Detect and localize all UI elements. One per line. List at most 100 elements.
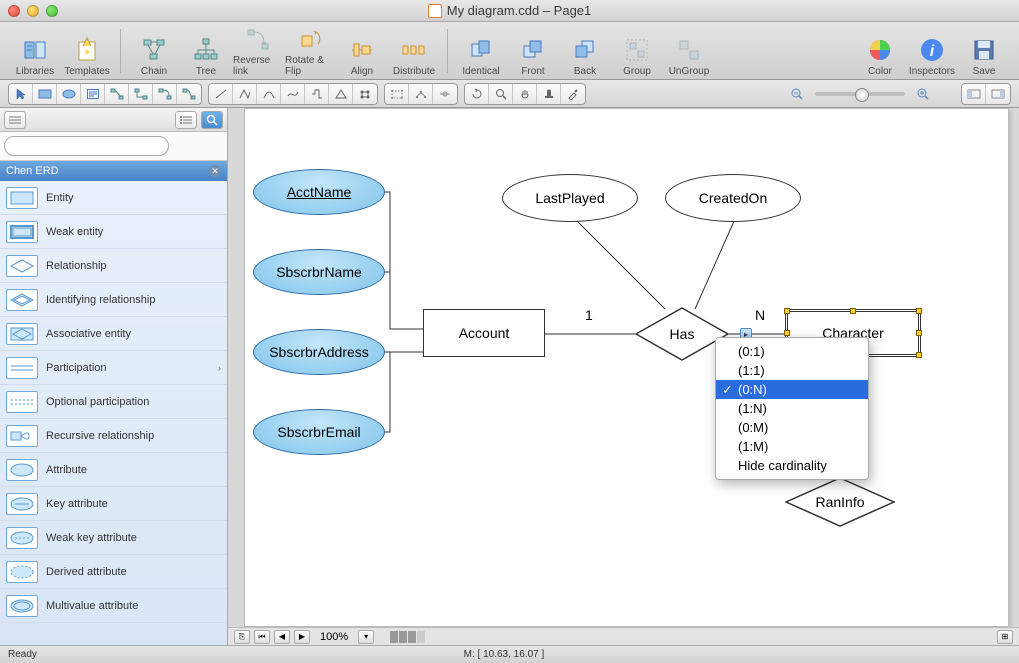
line-tool-7[interactable] [353,83,377,105]
color-icon [864,34,896,66]
zoom-slider[interactable] [815,92,905,96]
library-item[interactable]: Derived attribute [0,555,227,589]
line-tool-2[interactable] [233,83,257,105]
page-thumbs[interactable] [390,631,425,643]
zoom-tool[interactable] [489,83,513,105]
toolbar-group[interactable]: Group [612,25,662,77]
menu-item-label: (0:N) [738,382,767,397]
toolbar-color[interactable]: Color [855,25,905,77]
edit-tool-3[interactable] [433,83,457,105]
library-item[interactable]: Key attribute [0,487,227,521]
library-item[interactable]: Attribute [0,453,227,487]
sidebar-view-toggle-2[interactable] [175,111,197,129]
page-prev[interactable]: ◀ [274,630,290,644]
library-item[interactable]: Participation› [0,351,227,385]
library-search-input[interactable] [4,136,169,156]
eyedropper-tool[interactable] [561,83,585,105]
line-tool-1[interactable] [209,83,233,105]
toolbar-ungroup[interactable]: UnGroup [664,25,714,77]
library-item[interactable]: Optional participation [0,385,227,419]
toolbar-reverse-link[interactable]: Reverse link [233,25,283,77]
toolbar-front[interactable]: Front [508,25,558,77]
shape-thumbnail-icon [6,425,38,447]
page-first[interactable]: ⏮ [254,630,270,644]
cardinality-menu[interactable]: (0:1)(1:1)✓(0:N)(1:N)(0:M)(1:M)Hide card… [715,337,869,480]
menu-item[interactable]: (0:1) [716,342,868,361]
edit-tool-2[interactable] [409,83,433,105]
library-item[interactable]: Entity [0,181,227,215]
canvas-options[interactable]: ⊞ [997,630,1013,644]
text-tool[interactable] [81,83,105,105]
menu-item[interactable]: Hide cardinality [716,456,868,475]
menu-item[interactable]: (0:M) [716,418,868,437]
toolbar-chain[interactable]: Chain [129,25,179,77]
toolbar-back[interactable]: Back [560,25,610,77]
toolbar-inspectors[interactable]: iInspectors [907,25,957,77]
library-item[interactable]: Relationship [0,249,227,283]
attribute-createdon[interactable]: CreatedOn [665,174,801,222]
attribute-lastplayed[interactable]: LastPlayed [502,174,638,222]
library-item[interactable]: Associative entity [0,317,227,351]
connector-tool-1[interactable] [105,83,129,105]
connector-tool-2[interactable] [129,83,153,105]
library-item[interactable]: Multivalue attribute [0,589,227,623]
line-tool-5[interactable] [305,83,329,105]
rotate-tool[interactable] [465,83,489,105]
library-group-header[interactable]: Chen ERD ✕ [0,161,227,181]
relationship-raninfo[interactable]: RanInfo [785,477,895,527]
toolbar-rotate-flip[interactable]: Rotate & Flip [285,25,335,77]
connector-tool-3[interactable] [153,83,177,105]
rect-tool[interactable] [33,83,57,105]
sidebar-search-button[interactable] [201,111,223,129]
oval-tool[interactable] [57,83,81,105]
sidebar-view-toggle-1[interactable] [4,111,26,129]
line-tool-4[interactable] [281,83,305,105]
page-tab-toggle[interactable]: ⎘ [234,630,250,644]
entity-account[interactable]: Account [423,309,545,357]
zoom-level: 100% [314,631,354,643]
minimize-window-button[interactable] [27,5,39,17]
toolbar-label: Inspectors [909,66,955,77]
attribute-oval[interactable]: SbscrbrAddress [253,329,385,375]
close-library-button[interactable]: ✕ [209,165,221,177]
pointer-tool[interactable] [9,83,33,105]
stamp-tool[interactable] [537,83,561,105]
zoom-in-button[interactable] [911,83,935,105]
panel-toggle-2[interactable] [986,83,1010,105]
attribute-label: LastPlayed [535,190,604,206]
connector-tool-4[interactable] [177,83,201,105]
toolbar-libraries[interactable]: Libraries [10,25,60,77]
library-item[interactable]: Identifying relationship [0,283,227,317]
library-item[interactable]: Weak key attribute [0,521,227,555]
zoom-dropdown[interactable]: ▾ [358,630,374,644]
toolbar-save[interactable]: Save [959,25,1009,77]
library-item-label: Weak key attribute [46,532,137,544]
edit-tool-1[interactable] [385,83,409,105]
templates-icon [71,34,103,66]
line-tool-3[interactable] [257,83,281,105]
diagram-canvas[interactable]: AcctName SbscrbrName SbscrbrAddress Sbscrbr… [228,108,1019,627]
toolbar-identical[interactable]: Identical [456,25,506,77]
menu-item[interactable]: (1:N) [716,399,868,418]
menu-item[interactable]: (1:M) [716,437,868,456]
menu-item[interactable]: (1:1) [716,361,868,380]
attribute-oval[interactable]: SbscrbrName [253,249,385,295]
diagram-page[interactable]: AcctName SbscrbrName SbscrbrAddress Sbscrbr… [244,108,1009,627]
line-tool-6[interactable] [329,83,353,105]
toolbar-templates[interactable]: Templates [62,25,112,77]
toolbar-align[interactable]: Align [337,25,387,77]
menu-item[interactable]: ✓(0:N) [716,380,868,399]
library-item-label: Relationship [46,260,107,272]
toolbar-tree[interactable]: Tree [181,25,231,77]
zoom-out-button[interactable] [785,83,809,105]
close-window-button[interactable] [8,5,20,17]
zoom-window-button[interactable] [46,5,58,17]
panel-toggle-1[interactable] [962,83,986,105]
page-next[interactable]: ▶ [294,630,310,644]
attribute-oval[interactable]: SbscrbrEmail [253,409,385,455]
pan-tool[interactable] [513,83,537,105]
toolbar-distribute[interactable]: Distribute [389,25,439,77]
library-item[interactable]: Weak entity [0,215,227,249]
library-item[interactable]: Recursive relationship [0,419,227,453]
attribute-oval[interactable]: AcctName [253,169,385,215]
